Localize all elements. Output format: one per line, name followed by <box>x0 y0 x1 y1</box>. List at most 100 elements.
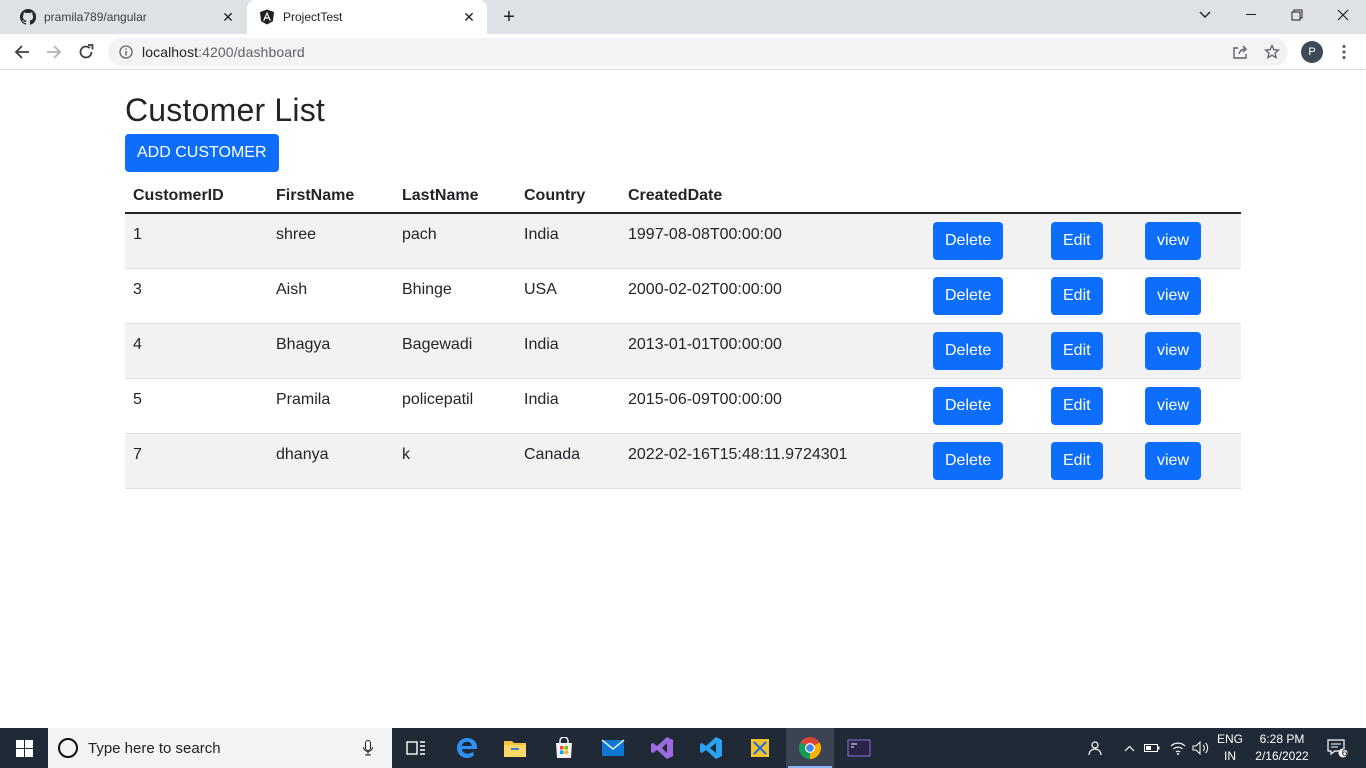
column-header-firstname: FirstName <box>268 180 394 214</box>
mail-icon[interactable] <box>589 728 637 768</box>
cell-created-date: 2022-02-16T15:48:11.9724301 <box>620 433 925 489</box>
people-icon[interactable] <box>1082 728 1106 768</box>
cell-last-name: Bagewadi <box>394 323 516 379</box>
table-row: 7 dhanya k Canada 2022-02-16T15:48:11.97… <box>125 433 1241 489</box>
profile-avatar[interactable]: P <box>1301 41 1323 63</box>
edge-icon[interactable] <box>443 728 491 768</box>
tab-title: pramila789/angular <box>44 10 147 24</box>
delete-button[interactable]: Delete <box>933 441 1004 480</box>
more-menu-icon[interactable] <box>1334 42 1354 62</box>
view-button[interactable]: view <box>1145 441 1202 480</box>
add-customer-button[interactable]: ADD CUSTOMER <box>125 134 279 172</box>
edit-button[interactable]: Edit <box>1051 331 1103 370</box>
view-button[interactable]: view <box>1145 386 1202 425</box>
share-icon[interactable] <box>1230 42 1250 62</box>
bookmark-star-icon[interactable] <box>1262 42 1282 62</box>
cell-country: India <box>516 323 620 379</box>
cortana-icon <box>58 738 78 758</box>
chrome-icon[interactable] <box>786 728 834 768</box>
edit-button[interactable]: Edit <box>1051 221 1103 260</box>
cell-country: Canada <box>516 433 620 489</box>
delete-button[interactable]: Delete <box>933 386 1004 425</box>
vscode-icon[interactable] <box>687 728 735 768</box>
close-tab-icon[interactable]: ✕ <box>218 7 238 27</box>
windows-start-icon[interactable] <box>0 728 48 768</box>
address-bar[interactable]: localhost:4200/dashboard <box>108 38 1288 66</box>
battery-icon[interactable] <box>1142 728 1162 768</box>
tab-github[interactable]: pramila789/angular ✕ <box>8 0 246 34</box>
edit-button[interactable]: Edit <box>1051 386 1103 425</box>
tab-search-chevron-icon[interactable] <box>1182 0 1228 30</box>
view-button[interactable]: view <box>1145 276 1202 315</box>
edit-button[interactable]: Edit <box>1051 276 1103 315</box>
cell-first-name: Pramila <box>268 378 394 434</box>
close-window-icon[interactable] <box>1320 0 1366 30</box>
tab-projecttest[interactable]: ProjectTest ✕ <box>247 0 487 34</box>
view-button[interactable]: view <box>1145 331 1202 370</box>
cell-customer-id: 1 <box>125 213 268 269</box>
system-clock[interactable]: 6:28 PM 2/16/2022 <box>1252 731 1312 765</box>
table-row: 5 Pramila policepatil India 2015-06-09T0… <box>125 378 1241 434</box>
cell-delete: Delete <box>925 433 1043 489</box>
cell-customer-id: 5 <box>125 378 268 434</box>
file-explorer-icon[interactable] <box>491 728 539 768</box>
cell-edit: Edit <box>1043 213 1137 269</box>
delete-button[interactable]: Delete <box>933 221 1004 260</box>
cell-last-name: Bhinge <box>394 268 516 324</box>
cell-delete: Delete <box>925 323 1043 379</box>
notification-count: 6 <box>1341 748 1348 759</box>
table-header-row: CustomerID FirstName LastName Country Cr… <box>125 180 1241 214</box>
microphone-icon[interactable] <box>358 740 378 756</box>
url-text: localhost:4200/dashboard <box>142 44 305 60</box>
page-title: Customer List <box>125 92 325 128</box>
forward-icon[interactable] <box>40 38 68 66</box>
cell-country: India <box>516 213 620 269</box>
column-header-country: Country <box>516 180 620 214</box>
snipping-tool-icon[interactable] <box>736 728 784 768</box>
microsoft-store-icon[interactable] <box>540 728 588 768</box>
column-header-customerid: CustomerID <box>125 180 268 214</box>
windows-taskbar: Type here to search ENG IN 6:28 PM 2/16/… <box>0 728 1366 768</box>
column-header-blank <box>1137 180 1241 214</box>
cell-created-date: 2000-02-02T00:00:00 <box>620 268 925 324</box>
site-info-icon[interactable] <box>119 45 133 59</box>
view-button[interactable]: view <box>1145 221 1202 260</box>
minimize-icon[interactable] <box>1228 0 1274 30</box>
cell-first-name: Aish <box>268 268 394 324</box>
taskbar-search-box[interactable]: Type here to search <box>48 728 392 768</box>
table-row: 4 Bhagya Bagewadi India 2013-01-01T00:00… <box>125 323 1241 379</box>
delete-button[interactable]: Delete <box>933 331 1004 370</box>
cell-edit: Edit <box>1043 433 1137 489</box>
cell-delete: Delete <box>925 213 1043 269</box>
tab-title: ProjectTest <box>283 10 343 24</box>
clock-time: 6:28 PM <box>1259 732 1305 746</box>
clock-date: 2/16/2022 <box>1255 749 1309 763</box>
url-host: localhost <box>142 44 199 60</box>
tab-strip: pramila789/angular ✕ ProjectTest ✕ + <box>0 0 1366 34</box>
table-row: 1 shree pach India 1997-08-08T00:00:00 D… <box>125 213 1241 269</box>
back-icon[interactable] <box>8 38 36 66</box>
close-tab-icon[interactable]: ✕ <box>459 7 479 27</box>
wifi-icon[interactable] <box>1168 728 1188 768</box>
cell-first-name: shree <box>268 213 394 269</box>
cell-first-name: Bhagya <box>268 323 394 379</box>
reload-icon[interactable] <box>72 38 100 66</box>
browser-toolbar: localhost:4200/dashboard P <box>0 34 1366 70</box>
edit-button[interactable]: Edit <box>1051 441 1103 480</box>
task-view-icon[interactable] <box>392 728 440 768</box>
tray-chevron-up-icon[interactable] <box>1120 728 1138 768</box>
table-row: 3 Aish Bhinge USA 2000-02-02T00:00:00 De… <box>125 268 1241 324</box>
visual-studio-icon[interactable] <box>638 728 686 768</box>
cell-customer-id: 3 <box>125 268 268 324</box>
restore-icon[interactable] <box>1274 0 1320 30</box>
customer-table: CustomerID FirstName LastName Country Cr… <box>125 180 1241 489</box>
delete-button[interactable]: Delete <box>933 276 1004 315</box>
input-language[interactable]: ENG IN <box>1216 731 1244 765</box>
url-path: :4200/dashboard <box>198 44 305 60</box>
volume-icon[interactable] <box>1190 728 1212 768</box>
cell-delete: Delete <box>925 268 1043 324</box>
new-tab-icon[interactable]: + <box>497 6 521 28</box>
cell-created-date: 1997-08-08T00:00:00 <box>620 213 925 269</box>
terminal-icon[interactable] <box>835 728 883 768</box>
notification-center-icon[interactable]: 6 <box>1320 728 1354 768</box>
